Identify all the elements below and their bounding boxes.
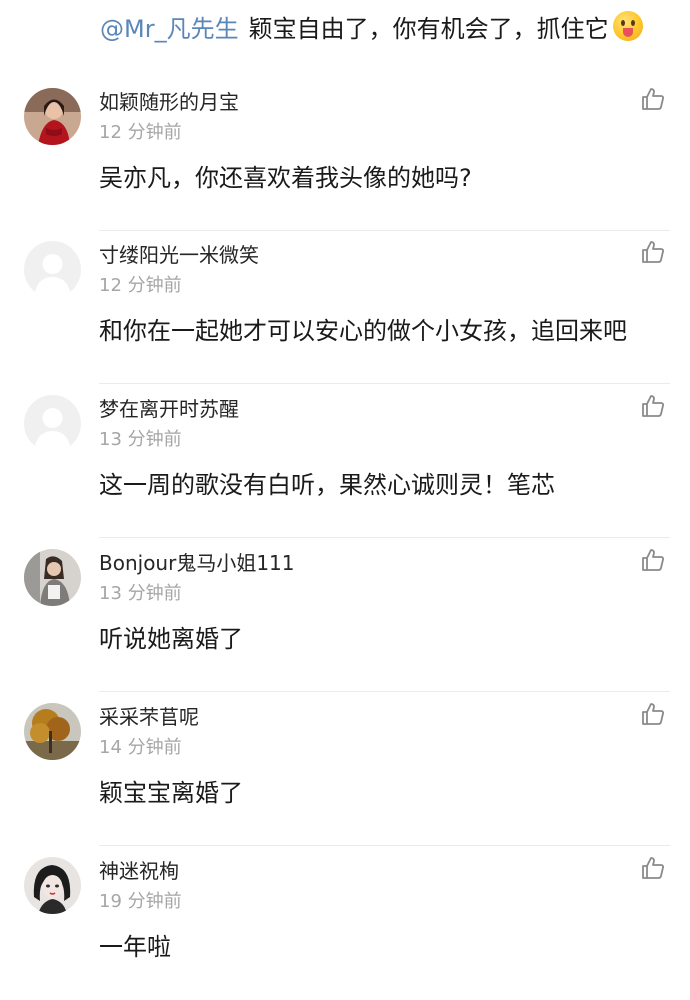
comment-text: 颖宝宝离婚了 <box>99 779 243 807</box>
username[interactable]: 寸缕阳光一米微笑 <box>99 239 259 268</box>
comment-item: Bonjour鬼马小姐111 13 分钟前 听说她离婚了 <box>0 539 690 692</box>
comment-text: 听说她离婚了 <box>99 625 243 653</box>
thumbs-up-icon[interactable] <box>640 547 666 573</box>
username[interactable]: 如颖随形的月宝 <box>99 86 239 115</box>
comment-item: 神迷祝栒 19 分钟前 一年啦 <box>0 847 690 1000</box>
comment-item: 采采芣苢呢 14 分钟前 颖宝宝离婚了 <box>0 693 690 846</box>
timestamp: 14 分钟前 <box>99 737 182 758</box>
thumbs-up-icon[interactable] <box>640 855 666 881</box>
username[interactable]: 采采芣苢呢 <box>99 701 199 730</box>
comment-item: 如颖随形的月宝 12 分钟前 吴亦凡，你还喜欢着我头像的她吗? <box>0 78 690 231</box>
avatar[interactable] <box>24 703 81 760</box>
divider <box>99 383 670 384</box>
thumbs-up-icon[interactable] <box>640 239 666 265</box>
thumbs-up-icon[interactable] <box>640 86 666 112</box>
timestamp: 19 分钟前 <box>99 891 182 912</box>
comment-text: 和你在一起她才可以安心的做个小女孩，追回来吧 <box>99 317 627 345</box>
comment-item: 梦在离开时苏醒 13 分钟前 这一周的歌没有白听，果然心诚则灵！笔芯 <box>0 385 690 538</box>
timestamp: 12 分钟前 <box>99 275 182 296</box>
timestamp: 13 分钟前 <box>99 429 182 450</box>
mention-link[interactable]: @Mr_凡先生 <box>100 9 239 44</box>
thumbs-up-icon[interactable] <box>640 393 666 419</box>
username[interactable]: 神迷祝栒 <box>99 855 179 884</box>
avatar[interactable] <box>24 857 81 914</box>
username[interactable]: Bonjour鬼马小姐111 <box>99 547 295 576</box>
avatar[interactable] <box>24 395 81 452</box>
comment-item: 寸缕阳光一米微笑 12 分钟前 和你在一起她才可以安心的做个小女孩，追回来吧 <box>0 231 690 384</box>
avatar[interactable] <box>24 241 81 298</box>
thumbs-up-icon[interactable] <box>640 701 666 727</box>
avatar[interactable] <box>24 549 81 606</box>
timestamp: 13 分钟前 <box>99 583 182 604</box>
divider <box>99 537 670 538</box>
avatar[interactable] <box>24 88 81 145</box>
comment-text: 一年啦 <box>99 933 171 961</box>
comment-text: 吴亦凡，你还喜欢着我头像的她吗? <box>99 164 472 192</box>
top-reply-text: 颖宝自由了，你有机会了，抓住它 <box>248 14 609 43</box>
divider <box>99 845 670 846</box>
comment-text: 这一周的歌没有白听，果然心诚则灵！笔芯 <box>99 471 555 499</box>
username[interactable]: 梦在离开时苏醒 <box>99 393 239 422</box>
timestamp: 12 分钟前 <box>99 122 182 143</box>
tongue-out-emoji-icon <box>612 11 643 41</box>
divider <box>99 691 670 692</box>
top-reply: @Mr_凡先生 颖宝自由了，你有机会了，抓住它 <box>100 6 643 46</box>
